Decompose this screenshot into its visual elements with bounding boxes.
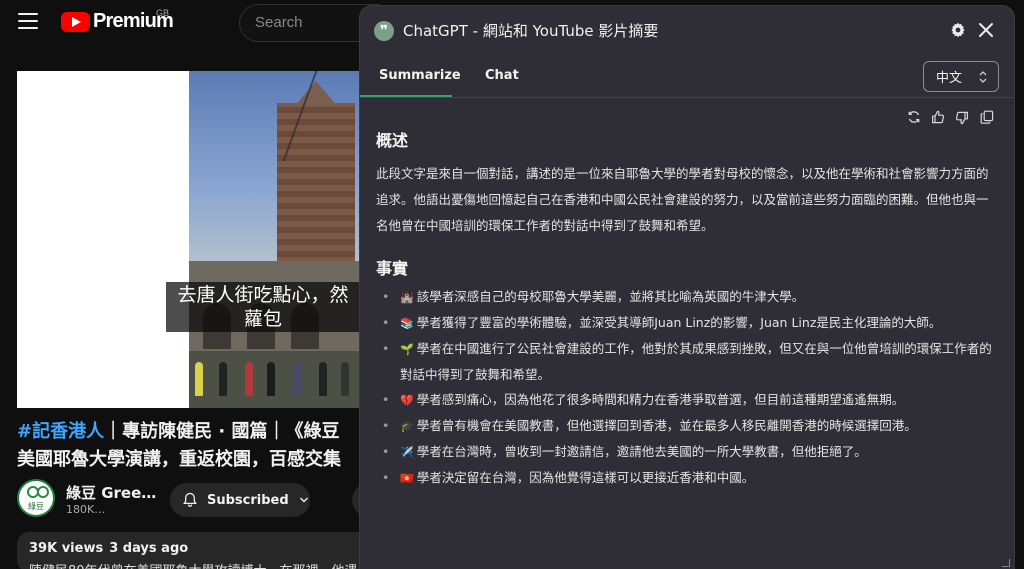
video-frame xyxy=(189,71,360,408)
list-item: ✈️學者在台灣時，曾收到一封邀請信，邀請他去美國的一所大學教書，但他拒絕了。 xyxy=(382,439,1002,465)
video-caption: 去唐人街吃點心，然 蘿包 xyxy=(166,282,360,332)
fact-text: 學者感到痛心，因為他花了很多時間和精力在香港爭取普選，但目前這種期望遙遙無期。 xyxy=(416,392,905,407)
list-item: 📚學者獲得了豐富的學術體驗，並深受其導師Juan Linz的影響，Juan Li… xyxy=(382,310,1002,336)
overview-heading: 概述 xyxy=(376,131,409,150)
overview-text: 此段文字是來自一個對話，講述的是一位來自耶魯大學的學者對母校的懷念，以及他在學術… xyxy=(376,166,989,233)
description-text: 陳健民80年代曾在美國耶魯大學攻讀博士，在那裡，他遇上了他的恩師Juan Lin… xyxy=(29,560,377,569)
chatgpt-logo-icon: ❞ xyxy=(374,21,394,41)
broken-heart-icon: 💔 xyxy=(400,394,414,407)
person xyxy=(219,362,227,396)
description-box[interactable]: 39K views 3 days ago 陳健民80年代曾在美國耶魯大學攻讀博士，… xyxy=(17,532,377,569)
refresh-icon[interactable] xyxy=(907,110,921,124)
tab-chat[interactable]: Chat xyxy=(485,68,519,83)
airplane-icon: ✈️ xyxy=(400,446,414,459)
title-line-2: 美國耶魯大學演講，重返校園，百感交集 xyxy=(17,449,341,470)
books-icon: 📚 xyxy=(400,317,414,330)
active-tab-indicator xyxy=(360,95,452,97)
resize-handle[interactable] xyxy=(1002,559,1010,567)
facts-list: 🏰該學者深感自己的母校耶魯大學美麗，並將其比喻為英國的牛津大學。 📚學者獲得了豐… xyxy=(382,284,1002,491)
facts-heading: 事實 xyxy=(376,259,409,278)
channel-avatar[interactable]: 綠豆 xyxy=(17,479,55,517)
caption-line-1: 去唐人街吃點心，然 xyxy=(177,284,349,306)
fact-text: 學者在中國進行了公民社會建設的工作，他對於其成果感到挫敗，但又在與一位他曾培訓的… xyxy=(400,341,992,382)
subscribed-label: Subscribed xyxy=(207,492,289,508)
seedling-icon: 🌱 xyxy=(400,343,414,356)
video-title: #記香港人｜專訪陳健民 · 國篇｜《綠豆 美國耶魯大學演講，重返校園，百感交集 xyxy=(17,418,367,474)
video-scene-ground xyxy=(189,351,360,408)
subscribed-button[interactable]: Subscribed xyxy=(170,483,310,517)
avatar-leaf xyxy=(37,486,49,498)
language-select[interactable]: 中文 xyxy=(923,61,999,92)
list-item: 🎓學者曾有機會在美國教書，但他選擇回到香港，並在最多人移民離開香港的時候選擇回港… xyxy=(382,413,1002,439)
fact-text: 學者在台灣時，曾收到一封邀請信，邀請他去美國的一所大學教書，但他拒絕了。 xyxy=(416,444,867,459)
person xyxy=(245,362,253,396)
title-line-1: ｜專訪陳健民 · 國篇｜《綠豆 xyxy=(104,421,340,442)
channel-name[interactable]: 綠豆 Gree… xyxy=(66,482,156,503)
thumbs-down-icon[interactable] xyxy=(955,111,969,125)
view-count: 39K views xyxy=(29,541,104,556)
youtube-play-icon xyxy=(61,11,90,32)
bell-icon xyxy=(183,492,197,507)
region-code: GB xyxy=(156,8,170,18)
search-input[interactable]: Search xyxy=(239,4,379,42)
list-item: 🏰該學者深感自己的母校耶魯大學美麗，並將其比喻為英國的牛津大學。 xyxy=(382,284,1002,310)
graduation-cap-icon: 🎓 xyxy=(400,420,414,433)
list-item: 🌱學者在中國進行了公民社會建設的工作，他對於其成果感到挫敗，但又在與一位他曾培訓… xyxy=(382,336,1002,387)
panel-title: ChatGPT - 網站和 YouTube 影片摘要 xyxy=(403,22,659,40)
video-player[interactable] xyxy=(17,71,360,408)
fact-text: 該學者深感自己的母校耶魯大學美麗，並將其比喻為英國的牛津大學。 xyxy=(416,289,805,304)
hashtag-link[interactable]: #記香港人 xyxy=(17,421,104,442)
copy-icon[interactable] xyxy=(980,110,994,124)
close-icon[interactable] xyxy=(977,21,995,39)
person xyxy=(319,362,327,396)
gear-icon[interactable] xyxy=(950,22,966,38)
panel-tabs: Summarize Chat xyxy=(360,55,1014,98)
fact-text: 學者決定留在台灣，因為他覺得這樣可以更接近香港和中國。 xyxy=(416,470,755,485)
chevron-updown-icon xyxy=(979,71,987,83)
chevron-down-icon xyxy=(299,497,308,503)
hamburger-menu-icon[interactable] xyxy=(18,13,38,29)
thumbs-up-icon[interactable] xyxy=(931,110,945,124)
upload-date: 3 days ago xyxy=(109,541,189,556)
panel-header: ❞ ChatGPT - 網站和 YouTube 影片摘要 xyxy=(360,6,1014,55)
subscriber-count: 180K… xyxy=(66,503,106,516)
chatgpt-summary-panel: ❞ ChatGPT - 網站和 YouTube 影片摘要 Summarize C… xyxy=(360,6,1014,569)
language-value: 中文 xyxy=(936,71,963,86)
person xyxy=(195,362,203,396)
fact-text: 學者曾有機會在美國教書，但他選擇回到香港，並在最多人移民離開香港的時候選擇回港。 xyxy=(416,418,917,433)
avatar-label: 綠豆 xyxy=(28,502,44,511)
caption-line-2: 蘿包 xyxy=(243,308,282,330)
person xyxy=(341,362,349,396)
list-item: 🇭🇰學者決定留在台灣，因為他覺得這樣可以更接近香港和中國。 xyxy=(382,465,1002,491)
fact-text: 學者獲得了豐富的學術體驗，並深受其導師Juan Linz的影響，Juan Lin… xyxy=(416,315,942,330)
person xyxy=(293,362,301,396)
castle-icon: 🏰 xyxy=(400,291,414,304)
hong-kong-flag-icon: 🇭🇰 xyxy=(400,472,414,485)
video-meta: 39K views 3 days ago xyxy=(29,541,365,556)
person xyxy=(267,362,275,396)
tab-summarize[interactable]: Summarize xyxy=(379,68,461,83)
list-item: 💔學者感到痛心，因為他花了很多時間和精力在香港爭取普選，但目前這種期望遙遙無期。 xyxy=(382,387,1002,413)
